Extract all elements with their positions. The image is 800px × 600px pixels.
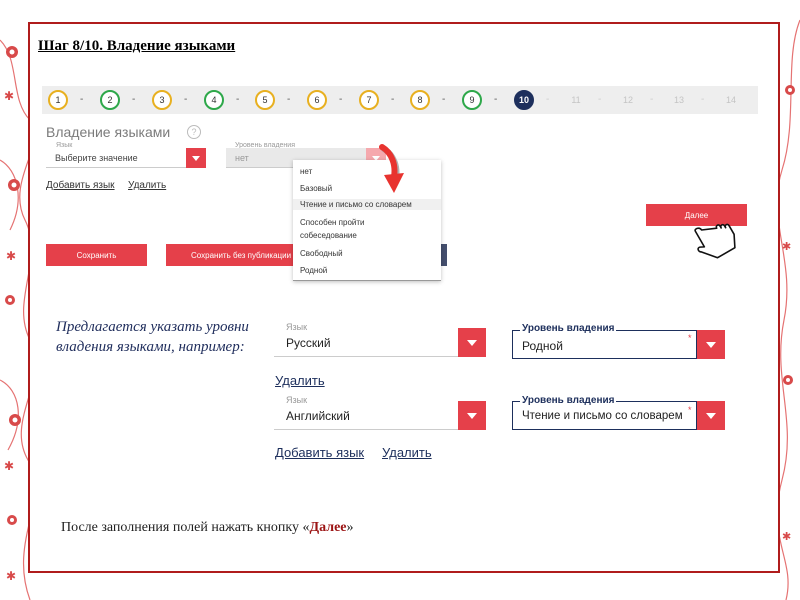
step-separator: - — [494, 94, 498, 105]
example-language-select-1[interactable]: Русский — [274, 328, 458, 357]
option-none[interactable]: нет — [300, 166, 312, 177]
step-separator: - — [80, 94, 84, 105]
step-9[interactable]: 9 — [462, 90, 482, 110]
red-arrow-icon — [379, 144, 404, 193]
hand-pointer-icon — [694, 223, 736, 259]
step-14: 14 — [725, 95, 736, 105]
option-fluent[interactable]: Свободный — [300, 248, 343, 259]
step-4[interactable]: 4 — [204, 90, 224, 110]
example-level-select-1[interactable]: Родной — [512, 330, 697, 359]
footer-accent: Далее — [309, 520, 347, 535]
step-1[interactable]: 1 — [48, 90, 68, 110]
chevron-down-icon[interactable] — [458, 328, 486, 357]
svg-text:✱: ✱ — [782, 241, 791, 253]
language-select[interactable]: Выберите значение — [46, 148, 186, 168]
required-marker: * — [688, 333, 692, 343]
chevron-down-icon[interactable] — [186, 148, 206, 168]
option-native[interactable]: Родной — [300, 265, 327, 276]
step-separator: - — [442, 94, 446, 105]
intro-text: Предлагается указать уровни владения язы… — [56, 319, 249, 355]
level-dropdown: нет Базовый Чтение и письмо со словарем … — [293, 160, 441, 281]
step-separator: - — [391, 94, 395, 105]
save-no-publish-button[interactable]: Сохранить без публикации — [166, 244, 298, 266]
example-level-label-1: Уровень владения — [520, 323, 617, 334]
footer-prefix: После заполнения полей нажать кнопку « — [61, 520, 310, 535]
svg-text:✱: ✱ — [6, 249, 16, 263]
step-separator: - — [650, 94, 654, 105]
step-8[interactable]: 8 — [410, 90, 430, 110]
slide-title: Шаг 8/10. Владение языками — [38, 38, 236, 54]
progress-stepper: 1 - 2 - 3 - 4 - 5 - 6 - 7 - 8 - 9 - 10 -… — [42, 86, 758, 114]
svg-text:✱: ✱ — [782, 531, 791, 543]
svg-text:✱: ✱ — [6, 569, 16, 583]
chevron-down-icon[interactable] — [458, 401, 486, 430]
step-separator: - — [701, 94, 705, 105]
example-remove-link-2[interactable]: Удалить — [382, 445, 432, 460]
step-separator: - — [132, 94, 136, 105]
step-10-current[interactable]: 10 — [514, 90, 534, 110]
add-language-link[interactable]: Добавить язык — [46, 180, 115, 191]
step-7[interactable]: 7 — [359, 90, 379, 110]
required-marker: * — [688, 405, 692, 415]
chevron-down-icon[interactable] — [697, 401, 725, 430]
step-6[interactable]: 6 — [307, 90, 327, 110]
option-interview-line1[interactable]: Способен пройти — [300, 217, 365, 228]
step-separator: - — [598, 94, 602, 105]
step-3[interactable]: 3 — [152, 90, 172, 110]
svg-text:✱: ✱ — [4, 89, 14, 103]
option-interview-line2[interactable]: собеседование — [300, 230, 357, 241]
example-language-select-2[interactable]: Английский — [274, 401, 458, 430]
step-2[interactable]: 2 — [100, 90, 120, 110]
option-reading-writing[interactable]: Чтение и письмо со словарем — [293, 199, 441, 210]
step-12: 12 — [622, 95, 633, 105]
step-11: 11 — [571, 95, 581, 105]
footer-suffix: » — [346, 520, 354, 535]
step-13: 13 — [673, 95, 684, 105]
svg-text:✱: ✱ — [4, 459, 14, 473]
help-icon[interactable]: ? — [187, 125, 201, 139]
step-separator: - — [339, 94, 343, 105]
step-5[interactable]: 5 — [255, 90, 275, 110]
example-level-label-2: Уровень владения — [520, 395, 617, 406]
form-title: Владение языками — [46, 124, 171, 140]
step-separator: - — [546, 94, 550, 105]
remove-link[interactable]: Удалить — [128, 180, 166, 191]
option-basic[interactable]: Базовый — [300, 183, 332, 194]
step-separator: - — [287, 94, 291, 105]
step-separator: - — [184, 94, 188, 105]
chevron-down-icon[interactable] — [697, 330, 725, 359]
example-add-language-link[interactable]: Добавить язык — [275, 445, 364, 460]
example-language-label-1: Язык — [284, 322, 310, 332]
example-remove-link[interactable]: Удалить — [275, 373, 325, 388]
save-button[interactable]: Сохранить — [46, 244, 147, 266]
step-separator: - — [236, 94, 240, 105]
example-language-label-2: Язык — [284, 395, 310, 405]
footer-instruction: После заполнения полей нажать кнопку «Да… — [61, 520, 354, 536]
button-edge — [441, 244, 447, 266]
